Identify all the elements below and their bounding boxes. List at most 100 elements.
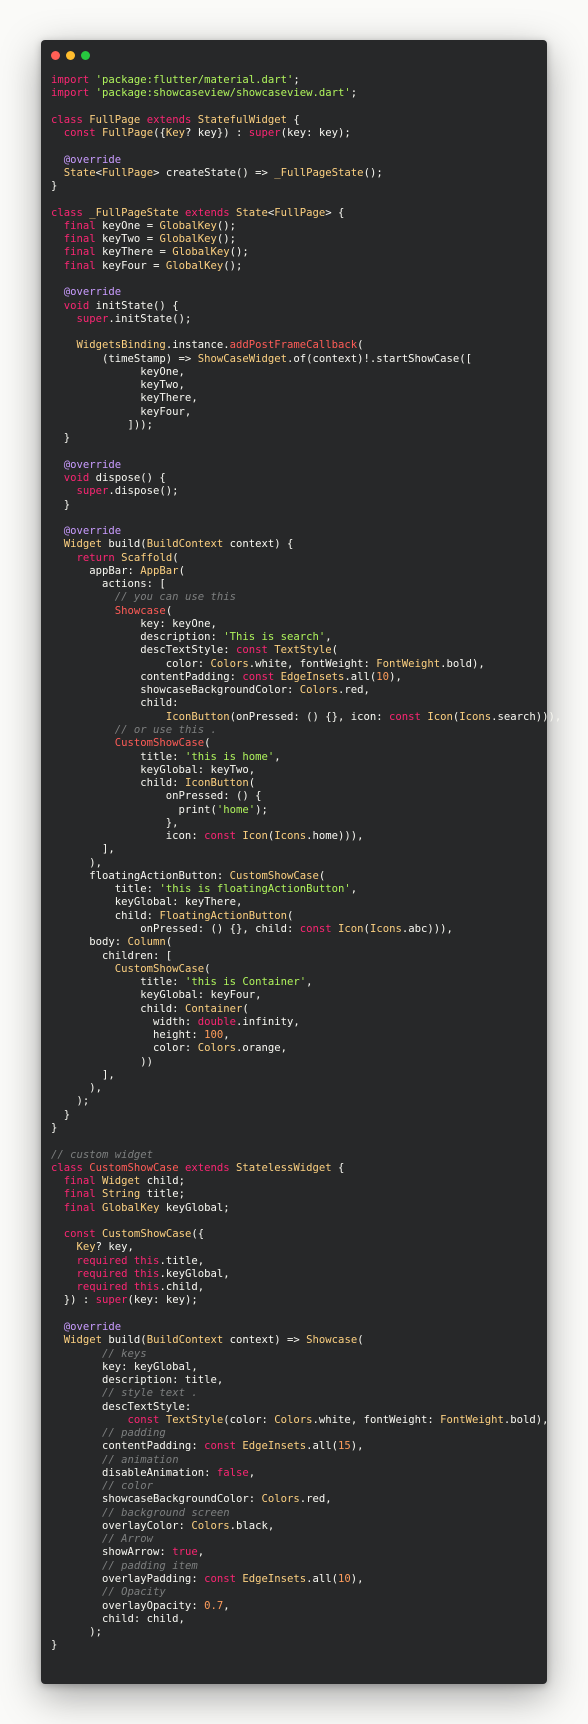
code-line: final String title; [51, 1188, 543, 1201]
code-token: TextStyle [165, 1413, 224, 1426]
code-token: color: [51, 657, 211, 670]
code-token: Icon [427, 710, 453, 723]
code-token: BuildContext [146, 538, 230, 551]
code-token: final [63, 1201, 103, 1214]
code-token: required this [76, 1254, 160, 1267]
code-line: key: keyGlobal, [51, 1361, 543, 1374]
code-line: class _FullPageState extends State<FullP… [51, 207, 543, 220]
code-token: keyThere, [51, 392, 198, 405]
code-line: const FullPage({Key? key}) : super(key: … [51, 127, 543, 140]
code-token: .initState(); [108, 312, 192, 325]
code-token: .red, [338, 684, 370, 697]
code-line: CustomShowCase( [51, 737, 543, 750]
code-token: ( [331, 644, 339, 657]
code-line: ], [51, 843, 543, 856]
code-token: overlayPadding: [51, 1573, 205, 1586]
code-line: contentPadding: const EdgeInsets.all(10)… [51, 671, 543, 684]
code-line: ), [51, 1082, 543, 1095]
code-token: .bold), [440, 657, 485, 670]
code-token: keyGlobal: keyFour, [51, 989, 262, 1002]
code-line: actions: [ [51, 578, 543, 591]
code-line: // color [51, 1480, 543, 1493]
code-token: import [51, 87, 96, 100]
code-line: // custom widget [51, 1149, 543, 1162]
code-token: ( [242, 1002, 249, 1015]
code-token: ; [350, 87, 358, 100]
code-token: FullPage [89, 113, 147, 126]
code-token: FloatingActionButton [159, 909, 287, 922]
code-token: extends [184, 206, 236, 219]
code-token: child: child, [51, 1612, 185, 1625]
code-token: , [223, 1599, 230, 1612]
code-token: } [51, 432, 71, 445]
code-token: const [127, 1413, 166, 1426]
minimize-dot-icon[interactable] [66, 51, 75, 60]
code-token: GlobalKey [172, 246, 230, 259]
code-token: descTextStyle: [51, 644, 236, 657]
code-token: ( [165, 604, 173, 617]
code-line: } [51, 1109, 543, 1122]
code-token: CustomShowCase [229, 869, 319, 882]
code-token: }) : [51, 1294, 96, 1307]
code-token: 10 [376, 670, 390, 683]
code-token: keyGlobal; [165, 1201, 230, 1214]
code-token: icon: [51, 830, 205, 843]
code-token: initState() { [95, 299, 179, 312]
code-token: AppBar [140, 564, 179, 577]
code-token: required this [76, 1281, 160, 1294]
code-token: onPressed: () { [51, 790, 262, 803]
code-line: showcaseBackgroundColor: Colors.red, [51, 684, 543, 697]
code-token: { [293, 113, 300, 126]
close-dot-icon[interactable] [51, 51, 60, 60]
code-token: .abc))), [401, 923, 453, 935]
code-line: appBar: AppBar( [51, 565, 543, 578]
code-token: Colors [210, 657, 249, 670]
maximize-dot-icon[interactable] [81, 51, 90, 60]
code-token: extends [184, 1161, 236, 1174]
code-token: .infinity, [235, 1015, 300, 1028]
code-token: .instance. [165, 339, 230, 352]
code-token: > createState() => [153, 166, 275, 179]
code-line: (timeStamp) => ShowCaseWidget.of(context… [51, 353, 543, 366]
code-token: ), [389, 670, 402, 683]
code-token: ), [51, 856, 103, 869]
code-line: Widget build(BuildContext context) => Sh… [51, 1334, 543, 1347]
code-token: // custom widget [51, 1148, 154, 1161]
code-token: .title, [159, 1254, 205, 1267]
code-line: final GlobalKey keyGlobal; [51, 1202, 543, 1215]
code-line: // background screen [51, 1507, 543, 1520]
code-line: print('home'); [51, 804, 543, 817]
code-token: _FullPageState [89, 206, 185, 219]
code-line: ), [51, 857, 543, 870]
code-token: Column [127, 936, 166, 949]
code-token: disableAnimation: [51, 1466, 217, 1479]
code-token: > { [325, 206, 345, 219]
code-token: (); [229, 246, 249, 259]
code-token: class [51, 1161, 90, 1174]
code-token: @override [63, 458, 122, 471]
code-token: @override [63, 1320, 122, 1333]
code-token: (key: key); [280, 127, 351, 140]
code-line: keyGlobal: keyFour, [51, 989, 543, 1002]
code-token: EdgeInsets [242, 1440, 307, 1453]
code-token: } [51, 180, 58, 193]
code-token: contentPadding: [51, 1440, 205, 1453]
code-token: final [63, 246, 103, 259]
code-token: .red, [299, 1493, 332, 1506]
code-token: addPostFrameCallback [229, 339, 358, 352]
code-token: , [306, 976, 313, 989]
code-line: State<FullPage> createState() => _FullPa… [51, 167, 543, 180]
